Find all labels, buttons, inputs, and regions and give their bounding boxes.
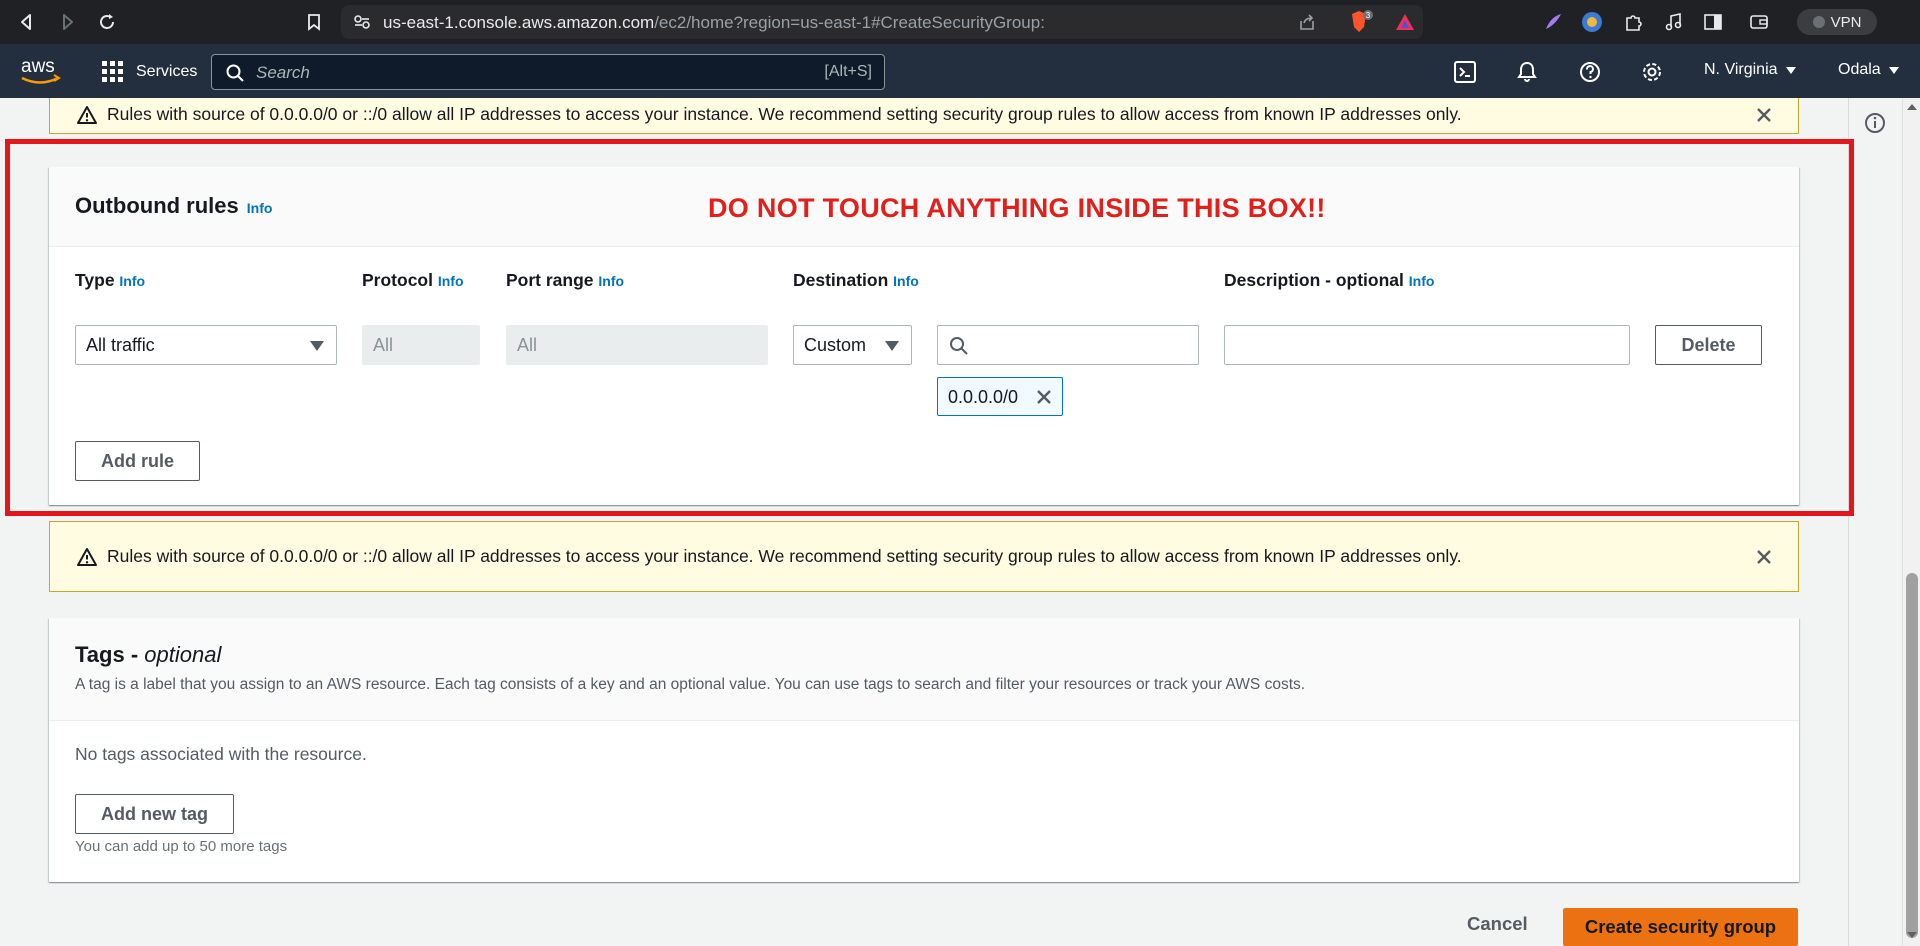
svg-text:aws: aws xyxy=(21,56,55,77)
aws-top-nav: aws Services Search [Alt+S] N. Virginia … xyxy=(0,44,1920,98)
tags-title: Tags - optional xyxy=(75,642,221,668)
warning-alert-outbound: Rules with source of 0.0.0.0/0 or ::/0 a… xyxy=(49,521,1799,592)
forward-icon[interactable] xyxy=(53,8,81,36)
search-icon xyxy=(226,64,244,82)
help-icon[interactable] xyxy=(1577,59,1603,85)
services-label: Services xyxy=(136,63,198,80)
close-icon[interactable] xyxy=(1756,107,1772,123)
account-label: Odala xyxy=(1838,61,1881,78)
region-label: N. Virginia xyxy=(1704,61,1778,78)
services-menu[interactable]: Services xyxy=(102,58,197,86)
tags-title-main: Tags - xyxy=(75,642,145,667)
sidebar-icon[interactable] xyxy=(1699,8,1727,36)
account-menu[interactable]: Odala xyxy=(1838,61,1899,79)
media-icon[interactable] xyxy=(1659,8,1687,36)
back-icon[interactable] xyxy=(13,8,41,36)
address-bar[interactable]: us-east-1.console.aws.amazon.com/ec2/hom… xyxy=(341,5,1423,39)
warning-icon xyxy=(76,105,98,125)
chevron-down-icon xyxy=(1888,66,1899,74)
svg-text:3: 3 xyxy=(1366,11,1371,20)
notifications-icon[interactable] xyxy=(1514,59,1540,85)
scroll-down-icon[interactable] xyxy=(1907,932,1917,938)
page-scrollbar[interactable] xyxy=(1902,98,1920,946)
brave-rewards-icon[interactable] xyxy=(1395,13,1415,31)
site-settings-icon[interactable] xyxy=(353,14,371,30)
wallet-icon[interactable] xyxy=(1745,8,1773,36)
add-new-tag-button[interactable]: Add new tag xyxy=(75,794,234,834)
scroll-up-icon[interactable] xyxy=(1907,104,1917,110)
warning-text: Rules with source of 0.0.0.0/0 or ::/0 a… xyxy=(107,104,1462,124)
warning-icon xyxy=(76,547,98,567)
chevron-down-icon xyxy=(1785,66,1796,74)
search-placeholder: Search xyxy=(256,63,310,82)
scroll-thumb[interactable] xyxy=(1906,573,1918,938)
search-shortcut: [Alt+S] xyxy=(824,63,872,80)
console-search-input[interactable]: Search [Alt+S] xyxy=(211,54,885,90)
bookmark-icon[interactable] xyxy=(300,8,328,36)
tags-title-optional: optional xyxy=(144,642,222,667)
url-text: us-east-1.console.aws.amazon.com/ec2/hom… xyxy=(383,13,1045,32)
tags-empty-message: No tags associated with the resource. xyxy=(75,744,367,764)
warning-text: Rules with source of 0.0.0.0/0 or ::/0 a… xyxy=(107,546,1462,566)
create-security-group-button[interactable]: Create security group xyxy=(1563,908,1798,946)
tags-header: Tags - optional A tag is a label that yo… xyxy=(49,618,1799,721)
share-icon[interactable] xyxy=(1298,13,1316,31)
grid-icon xyxy=(102,61,124,83)
region-selector[interactable]: N. Virginia xyxy=(1704,61,1796,79)
warning-alert-inbound: Rules with source of 0.0.0.0/0 or ::/0 a… xyxy=(49,98,1799,134)
extension-icon[interactable] xyxy=(1578,8,1606,36)
leo-ai-icon[interactable] xyxy=(1539,8,1567,36)
browser-toolbar: us-east-1.console.aws.amazon.com/ec2/hom… xyxy=(0,0,1920,44)
aws-logo[interactable]: aws xyxy=(18,54,64,88)
reload-icon[interactable] xyxy=(93,8,121,36)
tags-limit-text: You can add up to 50 more tags xyxy=(75,838,288,855)
vpn-status-icon xyxy=(1812,16,1825,28)
tags-panel: Tags - optional A tag is a label that yo… xyxy=(49,618,1799,882)
vpn-button[interactable]: VPN xyxy=(1797,9,1877,35)
extensions-puzzle-icon[interactable] xyxy=(1619,8,1647,36)
tags-description: A tag is a label that you assign to an A… xyxy=(75,676,1306,693)
vpn-label: VPN xyxy=(1830,13,1862,31)
brave-shield-icon[interactable]: 3 xyxy=(1349,10,1375,34)
cloudshell-icon[interactable] xyxy=(1452,59,1478,85)
settings-gear-icon[interactable] xyxy=(1639,59,1665,85)
close-icon[interactable] xyxy=(1756,549,1772,565)
cancel-button[interactable]: Cancel xyxy=(1467,913,1528,935)
info-panel-icon[interactable] xyxy=(1864,112,1886,134)
annotation-box xyxy=(5,139,1854,516)
